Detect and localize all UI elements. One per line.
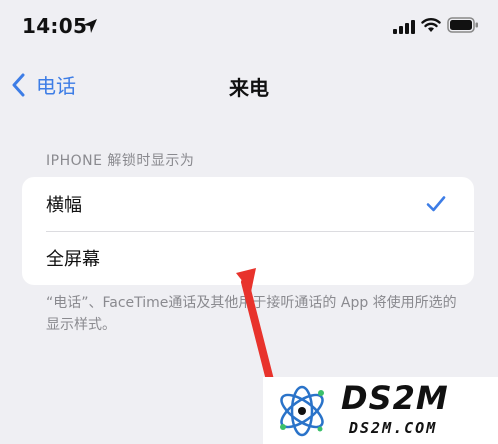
display-style-options: 横幅 全屏幕 — [22, 177, 474, 285]
location-arrow-icon — [83, 19, 97, 33]
section-footer: “电话”、FaceTime通话及其他用于接听通话的 App 将使用所选的显示样式… — [46, 295, 457, 333]
nav-bar: 来电 电话 — [0, 62, 498, 106]
wifi-icon — [421, 18, 441, 32]
battery-icon — [447, 17, 478, 33]
option-banner[interactable]: 横幅 — [22, 177, 474, 232]
option-banner-label: 横幅 — [46, 195, 82, 216]
status-bar: 14:05 — [0, 0, 498, 54]
option-full-screen[interactable]: 全屏幕 — [22, 231, 474, 285]
watermark-title: DS2M — [341, 379, 449, 417]
watermark-subtitle: DS2M.COM — [349, 419, 438, 437]
status-time: 14:05 — [22, 14, 88, 38]
chevron-left-icon — [12, 73, 25, 96]
watermark: DS2M DS2M.COM — [263, 377, 498, 444]
option-full-screen-label: 全屏幕 — [46, 249, 100, 270]
section-header: IPHONE 解锁时显示为 — [46, 153, 195, 169]
back-button-label: 电话 — [36, 74, 76, 98]
cellular-signal-icon — [393, 20, 415, 34]
back-button[interactable]: 电话 — [12, 70, 76, 99]
atom-logo-icon — [280, 385, 324, 437]
checkmark-icon — [426, 196, 446, 212]
